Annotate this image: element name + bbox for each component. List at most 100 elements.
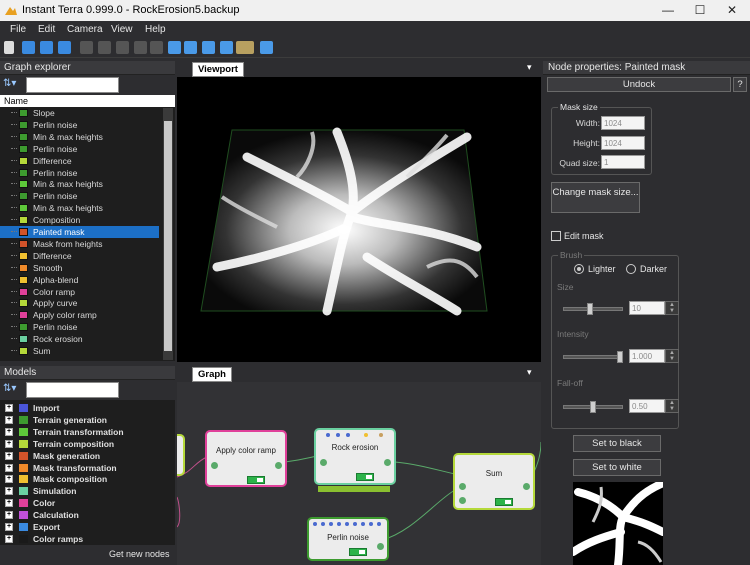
graph-node-item[interactable]: Perlin noise — [0, 119, 159, 131]
height-field[interactable]: 1024 — [601, 136, 645, 150]
get-new-nodes-link[interactable]: Get new nodes — [109, 549, 170, 559]
expand-icon[interactable]: + — [5, 463, 13, 472]
expand-icon[interactable]: + — [5, 499, 13, 508]
darker-radio[interactable] — [626, 264, 636, 274]
graph-node-item[interactable]: Composition — [0, 214, 159, 226]
size-spinner[interactable]: ▲ ▼ — [665, 301, 679, 315]
preview-toggle[interactable] — [247, 476, 265, 484]
quad-size-field[interactable]: 1 — [601, 155, 645, 169]
node-partial[interactable] — [177, 434, 185, 476]
expand-icon[interactable]: + — [5, 487, 13, 496]
graph-node-item[interactable]: Perlin noise — [0, 143, 159, 155]
undock-button[interactable]: Undock — [547, 77, 731, 92]
node-rock-erosion[interactable]: Rock erosion — [314, 428, 396, 485]
menu-camera[interactable]: Camera — [67, 24, 103, 35]
graph-node-item[interactable]: Min & max heights — [0, 131, 159, 143]
expand-icon[interactable]: + — [5, 523, 13, 531]
output-port[interactable] — [275, 462, 282, 469]
model-category[interactable]: + Mask composition — [0, 473, 172, 485]
graph-node-item[interactable]: Smooth — [0, 262, 159, 274]
model-category[interactable]: + Simulation — [0, 485, 172, 497]
edit-mask-checkbox[interactable] — [551, 231, 561, 241]
new-file-icon[interactable] — [4, 41, 14, 54]
copy-icon[interactable] — [134, 41, 147, 54]
graph-node-item[interactable]: Perlin noise — [0, 167, 159, 179]
graph-node-item[interactable]: Difference — [0, 250, 159, 262]
close-button[interactable]: ✕ — [716, 0, 748, 21]
graph-node-item[interactable]: Mask from heights — [0, 238, 159, 250]
falloff-slider-thumb[interactable] — [590, 401, 596, 413]
redo-icon[interactable] — [98, 41, 111, 54]
help-button[interactable]: ? — [733, 77, 747, 92]
models-sort-icon[interactable]: ⇅▾ — [3, 383, 16, 394]
viewport-menu-icon[interactable]: ▾ — [527, 62, 532, 73]
graph-search-input[interactable] — [26, 77, 119, 93]
model-category[interactable]: + Calculation — [0, 509, 172, 521]
graph-node-item[interactable]: Painted mask — [0, 226, 159, 238]
expand-icon[interactable]: + — [5, 511, 13, 520]
model-category[interactable]: + Terrain generation — [0, 414, 172, 426]
output-port[interactable] — [384, 459, 391, 466]
node-sum[interactable]: Sum — [453, 453, 535, 510]
graph-node-item[interactable]: Min & max heights — [0, 202, 159, 214]
intensity-field[interactable]: 1.000 — [629, 349, 665, 363]
graph-node-item[interactable]: Min & max heights — [0, 178, 159, 190]
falloff-spinner[interactable]: ▲ ▼ — [665, 399, 679, 413]
maximize-button[interactable]: ☐ — [684, 0, 716, 21]
graph-node-item[interactable]: Rock erosion — [0, 333, 159, 345]
tab-viewport[interactable]: Viewport — [192, 62, 244, 77]
models-search-input[interactable] — [26, 382, 119, 398]
model-category[interactable]: + Color — [0, 497, 172, 509]
expand-icon[interactable]: + — [5, 475, 13, 484]
menu-edit[interactable]: Edit — [38, 24, 55, 35]
graph-node-item[interactable]: Apply curve — [0, 297, 159, 309]
graph-canvas[interactable]: Apply color ramp Rock erosion Sum Perlin… — [177, 382, 541, 565]
scrollbar-thumb[interactable] — [164, 121, 172, 351]
expand-icon[interactable]: + — [5, 427, 13, 436]
menu-file[interactable]: File — [10, 24, 26, 35]
graph-node-item[interactable]: Sum — [0, 345, 159, 357]
graph-node-item[interactable]: Alpha-blend — [0, 274, 159, 286]
model-category[interactable]: + Terrain transformation — [0, 426, 172, 438]
delete-icon[interactable] — [150, 41, 163, 54]
save-as-icon[interactable] — [58, 41, 71, 54]
brush-icon[interactable] — [236, 41, 254, 54]
expand-icon[interactable]: + — [5, 534, 13, 543]
graph-node-item[interactable]: Difference — [0, 155, 159, 167]
model-category[interactable]: + Import — [0, 402, 172, 414]
undo-icon[interactable] — [80, 41, 93, 54]
model-category[interactable]: + Terrain composition — [0, 438, 172, 450]
expand-icon[interactable]: + — [5, 415, 13, 424]
preview-toggle[interactable] — [349, 548, 367, 556]
set-to-black-button[interactable]: Set to black — [573, 435, 661, 452]
size-field[interactable]: 10 — [629, 301, 665, 315]
graph-menu-icon[interactable]: ▾ — [527, 367, 532, 378]
graph-node-item[interactable]: Slope — [0, 107, 159, 119]
viewport-canvas[interactable] — [177, 77, 541, 362]
menu-help[interactable]: Help — [145, 24, 166, 35]
model-category[interactable]: + Mask transformation — [0, 462, 172, 474]
model-category[interactable]: + Export — [0, 521, 172, 533]
node-perlin-noise[interactable]: Perlin noise — [307, 517, 389, 561]
save-icon[interactable] — [40, 41, 53, 54]
lock-icon[interactable] — [220, 41, 233, 54]
size-slider-thumb[interactable] — [587, 303, 594, 315]
input-port[interactable] — [211, 462, 218, 469]
node-apply-color-ramp[interactable]: Apply color ramp — [205, 430, 287, 487]
graph-node-item[interactable]: Apply color ramp — [0, 309, 159, 321]
preview-toggle[interactable] — [356, 473, 374, 481]
input-port-a[interactable] — [459, 483, 466, 490]
split-view-icon[interactable] — [184, 41, 197, 54]
lighter-radio[interactable] — [574, 264, 584, 274]
fit-view-icon[interactable] — [202, 41, 215, 54]
set-to-white-button[interactable]: Set to white — [573, 459, 661, 476]
falloff-field[interactable]: 0.50 — [629, 399, 665, 413]
expand-icon[interactable]: + — [5, 439, 13, 448]
input-port-b[interactable] — [459, 497, 466, 504]
preview-toggle[interactable] — [495, 498, 513, 506]
graph-node-item[interactable]: Color ramp — [0, 286, 159, 298]
screenshot-icon[interactable] — [260, 41, 273, 54]
tab-graph[interactable]: Graph — [192, 367, 232, 382]
graph-node-item[interactable]: Perlin noise — [0, 321, 159, 333]
sort-icon[interactable]: ⇅▾ — [3, 78, 16, 89]
